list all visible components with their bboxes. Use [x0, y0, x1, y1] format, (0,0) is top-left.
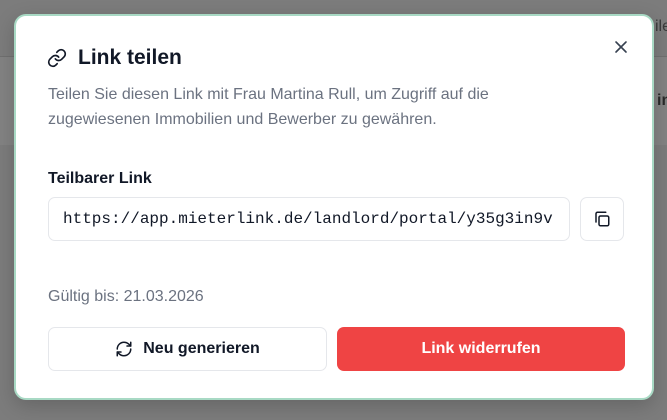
revoke-link-button[interactable]: Link widerrufen	[337, 327, 625, 371]
refresh-icon	[116, 341, 132, 357]
background-partial-text: ile	[655, 18, 667, 35]
regenerate-button-label: Neu generieren	[143, 340, 260, 357]
close-icon	[615, 41, 627, 53]
close-button[interactable]	[610, 36, 632, 58]
copy-icon	[595, 211, 610, 227]
copy-link-button[interactable]	[580, 197, 624, 241]
dialog-description: Teilen Sie diesen Link mit Frau Martina …	[48, 86, 489, 128]
validity-text: Gültig bis: 21.03.2026	[48, 288, 204, 305]
share-link-input[interactable]	[48, 197, 570, 241]
share-link-dialog: Link teilen Teilen Sie diesen Link mit F…	[14, 14, 654, 400]
dialog-title: Link teilen	[78, 46, 182, 69]
link-field-label: Teilbarer Link	[48, 170, 152, 187]
revoke-button-label: Link widerrufen	[421, 340, 541, 357]
dialog-header: Link teilen	[46, 46, 182, 70]
background-partial-text: in	[657, 92, 667, 109]
regenerate-button[interactable]: Neu generieren	[48, 327, 327, 371]
link-icon	[46, 47, 68, 69]
